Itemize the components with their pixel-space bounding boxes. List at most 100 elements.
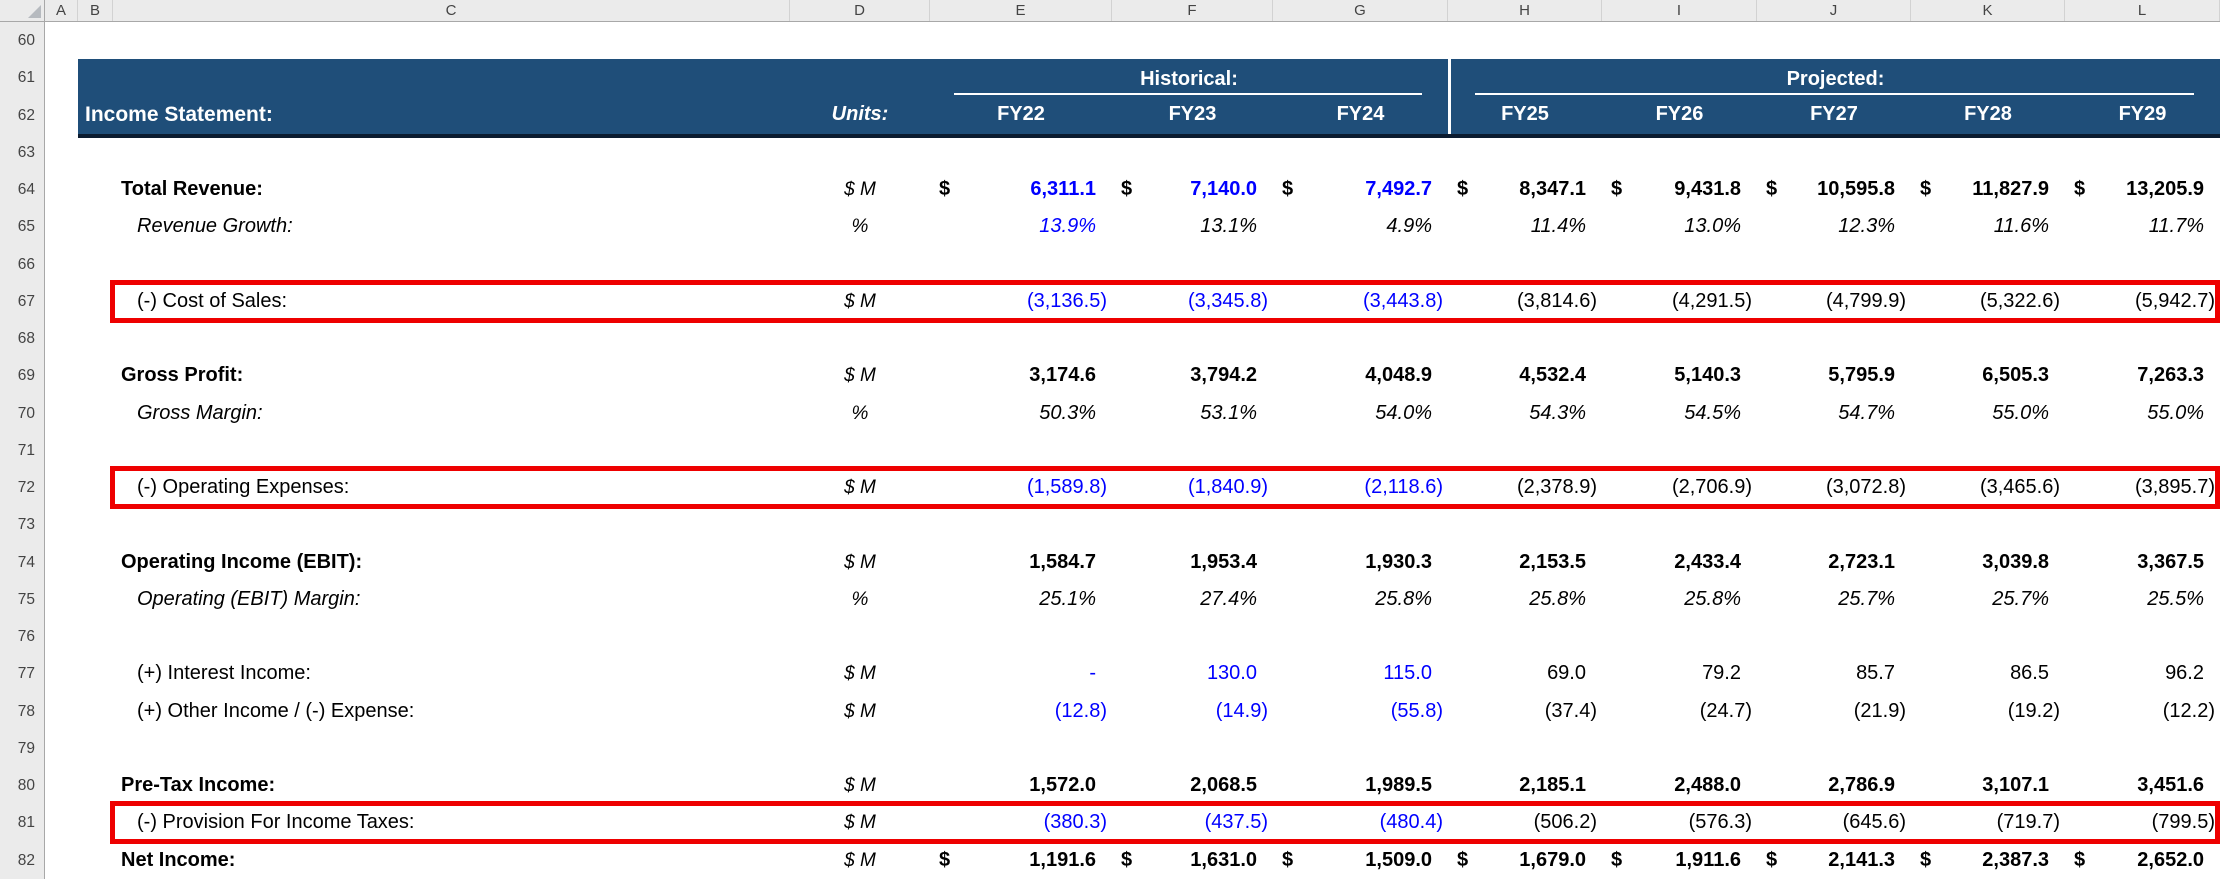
cell-J82[interactable]: $2,141.3 xyxy=(1757,842,1911,879)
row-header-71[interactable]: 71 xyxy=(0,431,45,471)
cell-L70[interactable]: 55.0% xyxy=(2065,395,2220,433)
cell-C63[interactable] xyxy=(113,134,790,172)
cell-E76[interactable] xyxy=(930,618,1112,656)
cell-D65[interactable]: % xyxy=(790,208,930,246)
cell-D67[interactable]: $ M xyxy=(790,283,930,321)
cell-F60[interactable] xyxy=(1112,22,1273,60)
cell-J67[interactable]: (4,799.9) xyxy=(1757,283,1911,321)
cell-J70[interactable]: 54.7% xyxy=(1757,395,1911,433)
cell-B72[interactable] xyxy=(78,469,113,507)
cell-I66[interactable] xyxy=(1602,246,1757,284)
cell-D74[interactable]: $ M xyxy=(790,544,930,582)
cell-B69[interactable] xyxy=(78,357,113,395)
cell-L68[interactable] xyxy=(2065,320,2220,358)
cell-K81[interactable]: (719.7) xyxy=(1911,804,2065,842)
cell-I68[interactable] xyxy=(1602,320,1757,358)
cell-I72[interactable]: (2,706.9) xyxy=(1602,469,1757,507)
cell-G68[interactable] xyxy=(1273,320,1448,358)
row-header-64[interactable]: 64 xyxy=(0,171,45,210)
cell-E64[interactable]: $6,311.1 xyxy=(930,171,1112,209)
cell-J72[interactable]: (3,072.8) xyxy=(1757,469,1911,507)
cell-A80[interactable] xyxy=(45,767,78,805)
cell-K76[interactable] xyxy=(1911,618,2065,656)
cell-H75[interactable]: 25.8% xyxy=(1448,581,1602,619)
units-header[interactable]: Units: xyxy=(790,96,930,133)
cell-J71[interactable] xyxy=(1757,432,1911,470)
cell-H73[interactable] xyxy=(1448,506,1602,544)
cell-I76[interactable] xyxy=(1602,618,1757,656)
cell-F73[interactable] xyxy=(1112,506,1273,544)
cell-F71[interactable] xyxy=(1112,432,1273,470)
cell-G75[interactable]: 25.8% xyxy=(1273,581,1448,619)
cell-C72[interactable]: (-) Operating Expenses: xyxy=(113,469,790,507)
cell-L78[interactable]: (12.2) xyxy=(2065,693,2220,731)
cell-J68[interactable] xyxy=(1757,320,1911,358)
cell-A72[interactable] xyxy=(45,469,78,507)
cell-B77[interactable] xyxy=(78,655,113,693)
cell-D80[interactable]: $ M xyxy=(790,767,930,805)
cell-D64[interactable]: $ M xyxy=(790,171,930,209)
cell-G67[interactable]: (3,443.8) xyxy=(1273,283,1448,321)
cell-B75[interactable] xyxy=(78,581,113,619)
cell-C82[interactable]: Net Income: xyxy=(113,842,790,879)
cell-I82[interactable]: $1,911.6 xyxy=(1602,842,1757,879)
cell-B80[interactable] xyxy=(78,767,113,805)
year-header-FY25[interactable]: FY25 xyxy=(1448,96,1602,133)
cell-E77[interactable]: - xyxy=(930,655,1112,693)
cell-H80[interactable]: 2,185.1 xyxy=(1448,767,1602,805)
cell-L79[interactable] xyxy=(2065,730,2220,768)
cell-D79[interactable] xyxy=(790,730,930,768)
cell-J78[interactable]: (21.9) xyxy=(1757,693,1911,731)
cell-G76[interactable] xyxy=(1273,618,1448,656)
row-header-60[interactable]: 60 xyxy=(0,22,45,61)
cell-K63[interactable] xyxy=(1911,134,2065,172)
cell-J63[interactable] xyxy=(1757,134,1911,172)
column-header-C[interactable]: C xyxy=(113,0,790,21)
year-header-FY27[interactable]: FY27 xyxy=(1757,96,1911,133)
cell-L69[interactable]: 7,263.3 xyxy=(2065,357,2220,395)
cell-C78[interactable]: (+) Other Income / (-) Expense: xyxy=(113,693,790,731)
cell-B71[interactable] xyxy=(78,432,113,470)
cell-A78[interactable] xyxy=(45,693,78,731)
cell-A71[interactable] xyxy=(45,432,78,470)
cell-C75[interactable]: Operating (EBIT) Margin: xyxy=(113,581,790,619)
cell-B65[interactable] xyxy=(78,208,113,246)
cell-B79[interactable] xyxy=(78,730,113,768)
cell-C71[interactable] xyxy=(113,432,790,470)
select-all-corner[interactable] xyxy=(0,0,45,21)
cell-H68[interactable] xyxy=(1448,320,1602,358)
cell-G72[interactable]: (2,118.6) xyxy=(1273,469,1448,507)
cell-I70[interactable]: 54.5% xyxy=(1602,395,1757,433)
cell-F78[interactable]: (14.9) xyxy=(1112,693,1273,731)
cell-D71[interactable] xyxy=(790,432,930,470)
cell-F68[interactable] xyxy=(1112,320,1273,358)
year-header-FY24[interactable]: FY24 xyxy=(1273,96,1448,133)
cell-F81[interactable]: (437.5) xyxy=(1112,804,1273,842)
cell-B66[interactable] xyxy=(78,246,113,284)
cell-J66[interactable] xyxy=(1757,246,1911,284)
cell-D78[interactable]: $ M xyxy=(790,693,930,731)
cell-B67[interactable] xyxy=(78,283,113,321)
cell-D66[interactable] xyxy=(790,246,930,284)
cell-I63[interactable] xyxy=(1602,134,1757,172)
cell-D75[interactable]: % xyxy=(790,581,930,619)
cell-G74[interactable]: 1,930.3 xyxy=(1273,544,1448,582)
cell-G70[interactable]: 54.0% xyxy=(1273,395,1448,433)
cell-I74[interactable]: 2,433.4 xyxy=(1602,544,1757,582)
row-header-70[interactable]: 70 xyxy=(0,394,45,433)
cell-K71[interactable] xyxy=(1911,432,2065,470)
cell-C67[interactable]: (-) Cost of Sales: xyxy=(113,283,790,321)
cell-E60[interactable] xyxy=(930,22,1112,60)
cell-E71[interactable] xyxy=(930,432,1112,470)
cell-D77[interactable]: $ M xyxy=(790,655,930,693)
cell-J65[interactable]: 12.3% xyxy=(1757,208,1911,246)
cell-H64[interactable]: $8,347.1 xyxy=(1448,171,1602,209)
cell-H78[interactable]: (37.4) xyxy=(1448,693,1602,731)
column-header-F[interactable]: F xyxy=(1112,0,1273,21)
column-header-G[interactable]: G xyxy=(1273,0,1448,21)
cell-E72[interactable]: (1,589.8) xyxy=(930,469,1112,507)
cell-F80[interactable]: 2,068.5 xyxy=(1112,767,1273,805)
cell-A76[interactable] xyxy=(45,618,78,656)
cell-C68[interactable] xyxy=(113,320,790,358)
cell-B73[interactable] xyxy=(78,506,113,544)
